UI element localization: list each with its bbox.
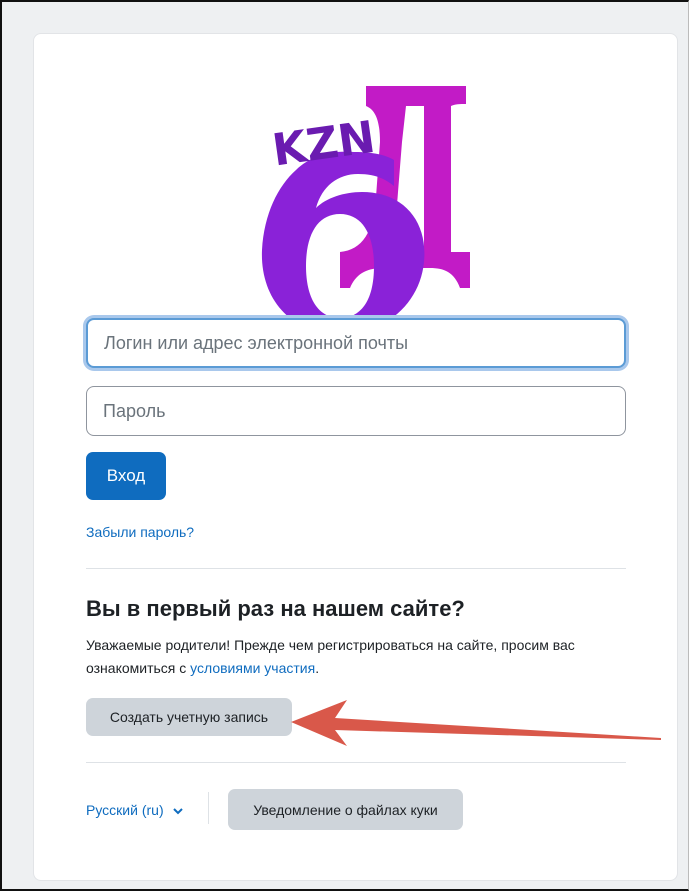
signup-description-suffix: . — [315, 660, 320, 676]
annotation-arrow — [291, 700, 661, 746]
language-selector[interactable]: Русский (ru) — [86, 802, 183, 818]
signup-description: Уважаемые родители! Прежде чем регистрир… — [86, 634, 631, 680]
chevron-down-icon — [172, 808, 183, 815]
logo-b-shape — [261, 151, 425, 335]
signup-description-text: Уважаемые родители! Прежде чем регистрир… — [86, 637, 575, 676]
vertical-divider — [208, 792, 209, 824]
site-logo: KZN — [261, 86, 470, 335]
login-card: KZN Вход Забыли пароль? Вы в первый раз … — [33, 33, 678, 881]
divider — [86, 568, 626, 569]
signup-heading: Вы в первый раз на нашем сайте? — [86, 596, 465, 621]
cookie-notice-button[interactable]: Уведомление о файлах куки — [228, 789, 463, 830]
password-input[interactable] — [86, 386, 626, 436]
login-button[interactable]: Вход — [86, 452, 166, 500]
forgot-password-link[interactable]: Забыли пароль? — [86, 524, 194, 540]
create-account-button[interactable]: Создать учетную запись — [86, 698, 292, 736]
username-input[interactable] — [86, 318, 626, 368]
terms-link[interactable]: условиями участия — [190, 660, 315, 676]
language-label: Русский (ru) — [86, 802, 164, 818]
divider — [86, 762, 626, 763]
